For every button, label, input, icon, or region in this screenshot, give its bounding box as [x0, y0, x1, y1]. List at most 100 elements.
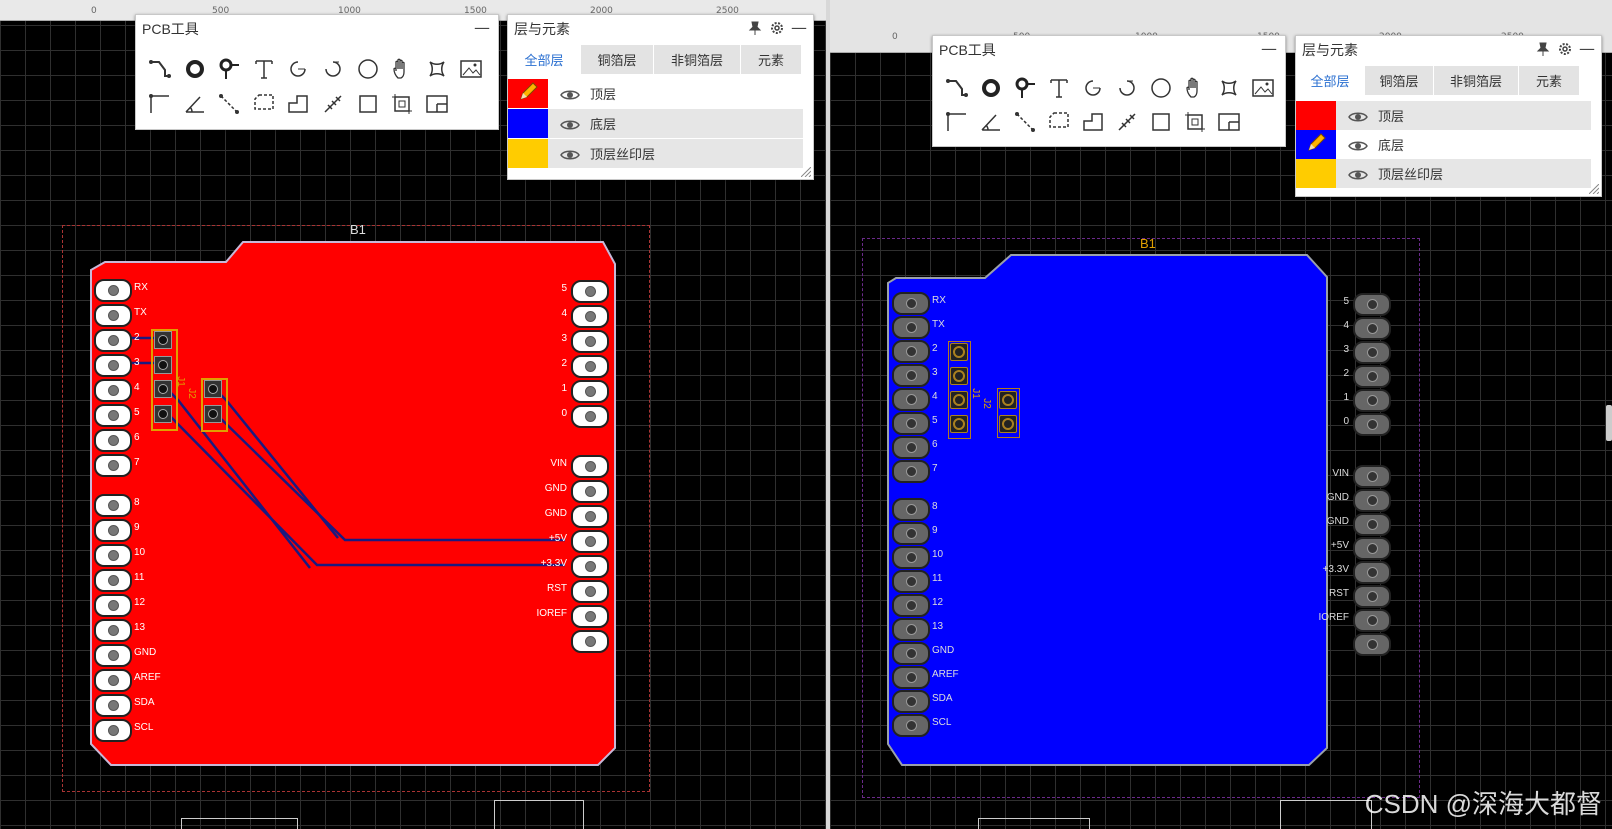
header-pad[interactable]: [204, 405, 222, 423]
resize-grip-icon[interactable]: [1589, 184, 1599, 194]
header-pin[interactable]: [892, 388, 930, 411]
tab-all-layers[interactable]: 全部层: [1296, 66, 1365, 95]
header-pin[interactable]: [94, 644, 132, 667]
header-pad[interactable]: [999, 415, 1017, 433]
layers-panel[interactable]: 层与元素 — 全部层 铜箔层 非铜箔层 元素 顶层 底层 顶层丝印层: [507, 14, 814, 180]
header-pin[interactable]: [94, 354, 132, 377]
header-pad[interactable]: [950, 343, 968, 361]
header-pin[interactable]: [94, 669, 132, 692]
hand-tool-icon[interactable]: [388, 55, 416, 83]
header-pin[interactable]: [1353, 365, 1391, 388]
eye-icon[interactable]: [560, 117, 580, 131]
tab-non-copper-layers[interactable]: 非铜箔层: [654, 45, 741, 74]
header-pin[interactable]: [571, 605, 609, 628]
minimize-icon[interactable]: —: [1261, 39, 1277, 58]
header-pin[interactable]: [1353, 537, 1391, 560]
header-pin[interactable]: [94, 454, 132, 477]
header-pin[interactable]: [94, 379, 132, 402]
header-pin[interactable]: [94, 594, 132, 617]
layer-row[interactable]: 顶层: [1296, 101, 1591, 130]
header-pin[interactable]: [1353, 585, 1391, 608]
header-pin[interactable]: [94, 569, 132, 592]
circle-tool-icon[interactable]: [354, 55, 382, 83]
header-pin[interactable]: [94, 519, 132, 542]
outline-tool-icon[interactable]: [1079, 108, 1107, 136]
header-pin[interactable]: [892, 316, 930, 339]
header-pin[interactable]: [1353, 489, 1391, 512]
layer-color-swatch[interactable]: [508, 139, 548, 168]
header-pin[interactable]: [892, 690, 930, 713]
header-pin[interactable]: [94, 429, 132, 452]
pin-icon[interactable]: [747, 20, 763, 36]
image-tool-icon[interactable]: [457, 55, 485, 83]
header-pin[interactable]: [571, 305, 609, 328]
header-pin[interactable]: [571, 580, 609, 603]
header-pin[interactable]: [94, 619, 132, 642]
layer-color-swatch[interactable]: [508, 109, 548, 138]
via-tool-icon[interactable]: [215, 55, 243, 83]
arc-ccw-tool-icon[interactable]: [319, 55, 347, 83]
header-pin[interactable]: [1353, 413, 1391, 436]
header-pad[interactable]: [154, 331, 172, 349]
eye-icon[interactable]: [1348, 138, 1368, 152]
layer-row[interactable]: 底层: [1296, 130, 1591, 159]
eye-icon[interactable]: [1348, 109, 1368, 123]
header-pad[interactable]: [154, 356, 172, 374]
dimension-tool-icon[interactable]: [1011, 108, 1039, 136]
header-pin[interactable]: [1353, 341, 1391, 364]
header-pin[interactable]: [892, 364, 930, 387]
gear-icon[interactable]: [1557, 41, 1573, 57]
header-pin[interactable]: [571, 405, 609, 428]
header-pin[interactable]: [892, 666, 930, 689]
text-tool-icon[interactable]: [1045, 74, 1073, 102]
header-pin[interactable]: [571, 630, 609, 653]
header-pin[interactable]: [94, 329, 132, 352]
minimize-icon[interactable]: —: [1579, 39, 1595, 58]
header-pin[interactable]: [892, 714, 930, 737]
solid-region-tool-icon[interactable]: [1045, 108, 1073, 136]
group-tool-icon[interactable]: [1181, 108, 1209, 136]
left-canvas[interactable]: 0 500 1000 1500 2000 2500 B1 RX TX 2 3 4 5 6 7 8…: [0, 0, 826, 829]
layer-row[interactable]: 底层: [508, 109, 803, 138]
header-pin[interactable]: [892, 340, 930, 363]
image-tool-icon[interactable]: [1249, 74, 1277, 102]
minimize-icon[interactable]: —: [474, 18, 490, 37]
line-tool-icon[interactable]: [943, 108, 971, 136]
header-pin[interactable]: [1353, 561, 1391, 584]
copper-area-tool-icon[interactable]: [1215, 74, 1243, 102]
header-pin[interactable]: [1353, 633, 1391, 656]
rectangle-tool-icon[interactable]: [354, 90, 382, 118]
pin-icon[interactable]: [1535, 41, 1551, 57]
dimension-tool-icon[interactable]: [215, 90, 243, 118]
canvas-origin-tool-icon[interactable]: [423, 90, 451, 118]
circle-tool-icon[interactable]: [1147, 74, 1175, 102]
header-pin[interactable]: [892, 618, 930, 641]
header-pin[interactable]: [94, 719, 132, 742]
header-pin[interactable]: [571, 330, 609, 353]
header-pad[interactable]: [950, 367, 968, 385]
header-pin[interactable]: [892, 570, 930, 593]
header-pin[interactable]: [571, 505, 609, 528]
header-pin[interactable]: [571, 530, 609, 553]
header-pin[interactable]: [1353, 293, 1391, 316]
line-tool-icon[interactable]: [146, 90, 174, 118]
header-pad[interactable]: [204, 380, 222, 398]
track-tool-icon[interactable]: [943, 74, 971, 102]
tab-copper-layers[interactable]: 铜箔层: [581, 45, 654, 74]
hand-tool-icon[interactable]: [1181, 74, 1209, 102]
minimize-icon[interactable]: —: [791, 18, 807, 37]
header-pin[interactable]: [94, 304, 132, 327]
header-pin[interactable]: [571, 455, 609, 478]
header-pin[interactable]: [94, 494, 132, 517]
angle-tool-icon[interactable]: [181, 90, 209, 118]
layer-row[interactable]: 顶层丝印层: [508, 139, 803, 168]
track-tool-icon[interactable]: [146, 55, 174, 83]
header-pin[interactable]: [1353, 513, 1391, 536]
measure-tool-icon[interactable]: [1113, 108, 1141, 136]
arc-ccw-tool-icon[interactable]: [1113, 74, 1141, 102]
header-pin[interactable]: [892, 498, 930, 521]
header-pin[interactable]: [94, 404, 132, 427]
header-pin[interactable]: [892, 594, 930, 617]
header-pin[interactable]: [892, 460, 930, 483]
eye-icon[interactable]: [560, 147, 580, 161]
